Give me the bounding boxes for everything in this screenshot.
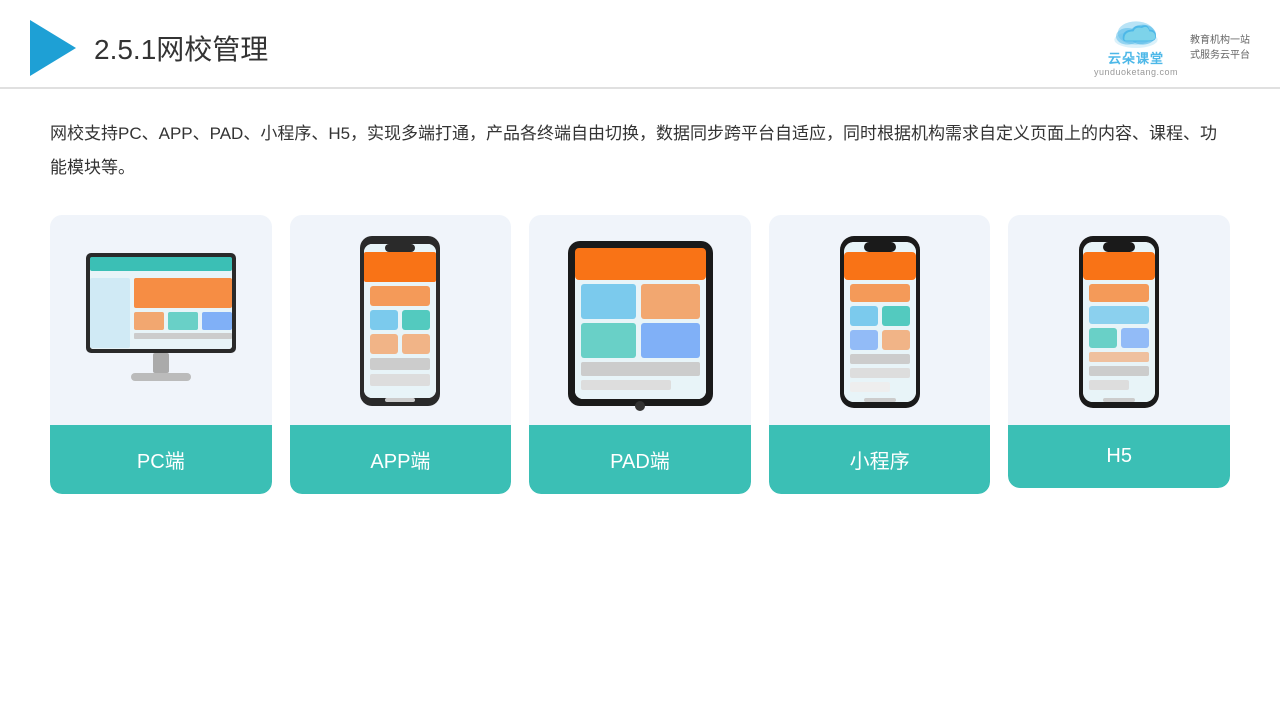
- logo-name: 云朵课堂: [1108, 48, 1164, 67]
- mini-image-area: [769, 215, 991, 425]
- h5-image-area: [1008, 215, 1230, 425]
- header: 2.5.1网校管理 云朵课堂 yunduoketang.com 教育机构一站 式…: [0, 0, 1280, 89]
- card-pad: PAD端: [529, 215, 751, 494]
- logo-pinyin: yunduoketang.com: [1094, 67, 1178, 77]
- pc-image-area: [50, 215, 272, 425]
- yunduoketang-logo: 云朵课堂 yunduoketang.com: [1094, 18, 1178, 77]
- card-h5: H5: [1008, 215, 1230, 488]
- header-left: 2.5.1网校管理: [30, 20, 268, 76]
- title-main: 网校管理: [156, 34, 268, 65]
- brand-logo: 云朵课堂 yunduoketang.com 教育机构一站 式服务云平台: [1094, 18, 1250, 77]
- pad-image-area: [529, 215, 751, 425]
- mini-label: 小程序: [769, 425, 991, 494]
- pc-label: PC端: [50, 425, 272, 494]
- slogan-line1: 教育机构一站: [1190, 33, 1250, 48]
- cloud-icon: [1111, 18, 1161, 48]
- h5-label: H5: [1008, 425, 1230, 488]
- device-cards: PC端: [50, 215, 1230, 494]
- h5-device-image: [1075, 236, 1163, 411]
- pad-device-image: [563, 236, 718, 411]
- card-app: APP端: [290, 215, 512, 494]
- main-content: 网校支持PC、APP、PAD、小程序、H5，实现多端打通，产品各终端自由切换，数…: [0, 89, 1280, 514]
- mini-device-image: [836, 236, 924, 411]
- app-device-image: [355, 236, 445, 411]
- app-label: APP端: [290, 425, 512, 494]
- app-image-area: [290, 215, 512, 425]
- play-triangle-icon: [30, 20, 76, 76]
- card-mini: 小程序: [769, 215, 991, 494]
- description-text: 网校支持PC、APP、PAD、小程序、H5，实现多端打通，产品各终端自由切换，数…: [50, 117, 1230, 185]
- slogan-line2: 式服务云平台: [1190, 48, 1250, 63]
- pad-label: PAD端: [529, 425, 751, 494]
- title-prefix: 2.5.1: [94, 34, 156, 65]
- pc-device-image: [76, 248, 246, 398]
- card-pc: PC端: [50, 215, 272, 494]
- logo-slogan: 教育机构一站 式服务云平台: [1190, 33, 1250, 63]
- page-title: 2.5.1网校管理: [94, 28, 268, 68]
